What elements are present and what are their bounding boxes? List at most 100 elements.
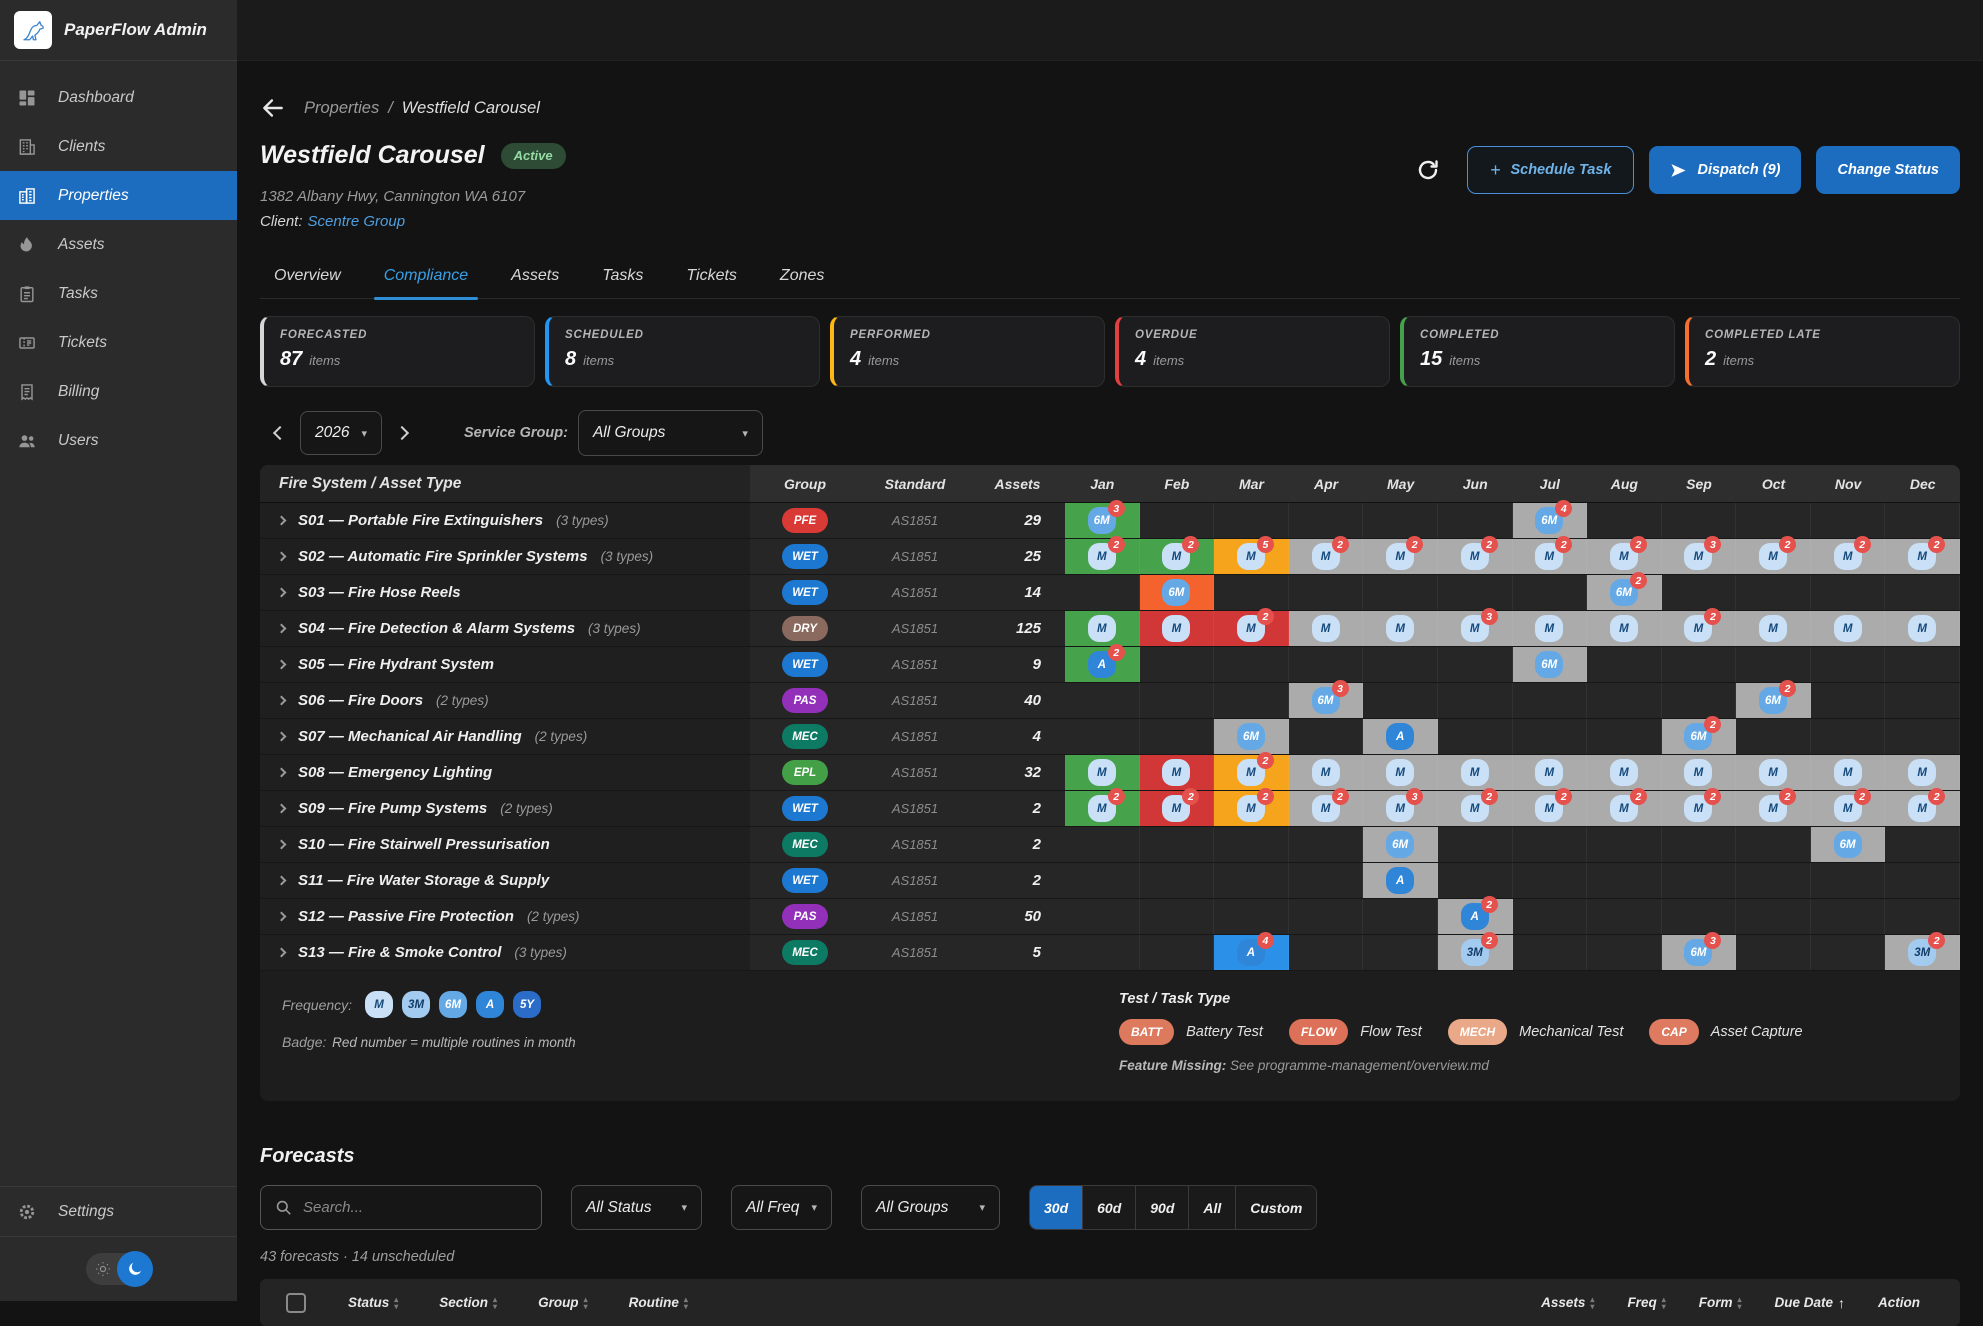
month-cell-sep[interactable]: M (1662, 755, 1737, 790)
month-cell-dec[interactable]: M2 (1885, 539, 1960, 574)
month-cell-sep[interactable]: M2 (1662, 791, 1737, 826)
tab-compliance[interactable]: Compliance (382, 259, 470, 298)
asset-type-cell[interactable]: S07 — Mechanical Air Handling(2 types) (260, 719, 750, 754)
groups-filter[interactable]: All Groups▾ (861, 1185, 1000, 1230)
year-select[interactable]: 2026 ▾ (300, 411, 382, 455)
back-button[interactable] (260, 95, 286, 121)
matrix-row[interactable]: S07 — Mechanical Air Handling(2 types)ME… (260, 719, 1960, 755)
matrix-row[interactable]: S11 — Fire Water Storage & SupplyWETAS18… (260, 863, 1960, 899)
asset-type-cell[interactable]: S02 — Automatic Fire Sprinkler Systems(3… (260, 539, 750, 574)
month-cell-jun[interactable]: M2 (1438, 539, 1513, 574)
range-button-60d[interactable]: 60d (1083, 1186, 1136, 1229)
month-cell-jan[interactable]: M2 (1065, 791, 1140, 826)
theme-toggle[interactable] (86, 1253, 152, 1285)
month-cell-nov[interactable]: M2 (1811, 791, 1886, 826)
schedule-task-button[interactable]: + Schedule Task (1467, 146, 1635, 194)
tab-zones[interactable]: Zones (778, 259, 826, 298)
month-cell-may[interactable]: M (1363, 755, 1438, 790)
month-cell-may[interactable]: A (1363, 719, 1438, 754)
month-cell-apr[interactable]: M2 (1289, 539, 1364, 574)
tab-assets[interactable]: Assets (509, 259, 561, 298)
month-cell-dec[interactable]: 3M2 (1885, 935, 1960, 970)
month-cell-jan[interactable]: M (1065, 755, 1140, 790)
asset-type-cell[interactable]: S08 — Emergency Lighting (260, 755, 750, 790)
month-cell-may[interactable]: 6M (1363, 827, 1438, 862)
month-cell-aug[interactable]: M (1587, 755, 1662, 790)
sidebar-item-dashboard[interactable]: Dashboard (0, 73, 237, 122)
month-cell-jun[interactable]: 3M2 (1438, 935, 1513, 970)
month-cell-mar[interactable]: A4 (1214, 935, 1289, 970)
sidebar-item-billing[interactable]: Billing (0, 367, 237, 416)
matrix-row[interactable]: S13 — Fire & Smoke Control(3 types)MECAS… (260, 935, 1960, 971)
month-cell-dec[interactable]: M2 (1885, 791, 1960, 826)
month-cell-mar[interactable]: M2 (1214, 791, 1289, 826)
sidebar-item-clients[interactable]: Clients (0, 122, 237, 171)
month-cell-sep[interactable]: M2 (1662, 611, 1737, 646)
month-cell-dec[interactable]: M (1885, 611, 1960, 646)
month-cell-apr[interactable]: M (1289, 611, 1364, 646)
sidebar-item-tickets[interactable]: Tickets (0, 318, 237, 367)
asset-type-cell[interactable]: S05 — Fire Hydrant System (260, 647, 750, 682)
matrix-row[interactable]: S06 — Fire Doors(2 types)PASAS1851406M36… (260, 683, 1960, 719)
month-cell-feb[interactable]: M2 (1140, 539, 1215, 574)
prev-year-button[interactable] (260, 411, 300, 455)
sidebar-item-assets[interactable]: Assets (0, 220, 237, 269)
month-cell-sep[interactable]: 6M3 (1662, 935, 1737, 970)
month-cell-nov[interactable]: M2 (1811, 539, 1886, 574)
month-cell-jul[interactable]: M (1513, 611, 1588, 646)
matrix-row[interactable]: S04 — Fire Detection & Alarm Systems(3 t… (260, 611, 1960, 647)
month-cell-aug[interactable]: 6M2 (1587, 575, 1662, 610)
month-cell-may[interactable]: M2 (1363, 539, 1438, 574)
matrix-row[interactable]: S05 — Fire Hydrant SystemWETAS18519A26M (260, 647, 1960, 683)
range-button-all[interactable]: All (1189, 1186, 1236, 1229)
month-cell-oct[interactable]: M (1736, 611, 1811, 646)
month-cell-aug[interactable]: M2 (1587, 539, 1662, 574)
matrix-row[interactable]: S01 — Portable Fire Extinguishers(3 type… (260, 503, 1960, 539)
dispatch-button[interactable]: Dispatch (9) (1649, 146, 1801, 194)
asset-type-cell[interactable]: S04 — Fire Detection & Alarm Systems(3 t… (260, 611, 750, 646)
sidebar-item-settings[interactable]: Settings (0, 1186, 237, 1237)
month-cell-may[interactable]: M3 (1363, 791, 1438, 826)
asset-type-cell[interactable]: S06 — Fire Doors(2 types) (260, 683, 750, 718)
month-cell-jan[interactable]: M2 (1065, 539, 1140, 574)
sidebar-item-properties[interactable]: Properties (0, 171, 237, 220)
month-cell-feb[interactable]: M (1140, 755, 1215, 790)
month-cell-oct[interactable]: 6M2 (1736, 683, 1811, 718)
service-group-select[interactable]: All Groups ▾ (578, 410, 763, 456)
month-cell-mar[interactable]: M5 (1214, 539, 1289, 574)
column-header-status[interactable]: Status▴▾ (348, 1295, 398, 1310)
column-header-routine[interactable]: Routine▴▾ (629, 1295, 688, 1310)
matrix-row[interactable]: S08 — Emergency LightingEPLAS185132MMM2M… (260, 755, 1960, 791)
month-cell-nov[interactable]: M (1811, 755, 1886, 790)
matrix-row[interactable]: S02 — Automatic Fire Sprinkler Systems(3… (260, 539, 1960, 575)
matrix-row[interactable]: S10 — Fire Stairwell PressurisationMECAS… (260, 827, 1960, 863)
range-button-90d[interactable]: 90d (1136, 1186, 1189, 1229)
matrix-row[interactable]: S12 — Passive Fire Protection(2 types)PA… (260, 899, 1960, 935)
month-cell-apr[interactable]: M (1289, 755, 1364, 790)
month-cell-feb[interactable]: M2 (1140, 791, 1215, 826)
month-cell-jul[interactable]: 6M4 (1513, 503, 1588, 538)
month-cell-aug[interactable]: M (1587, 611, 1662, 646)
month-cell-jan[interactable]: 6M3 (1065, 503, 1140, 538)
month-cell-may[interactable]: M (1363, 611, 1438, 646)
month-cell-jun[interactable]: M (1438, 755, 1513, 790)
month-cell-jul[interactable]: M2 (1513, 539, 1588, 574)
month-cell-feb[interactable]: 6M (1140, 575, 1215, 610)
month-cell-feb[interactable]: M (1140, 611, 1215, 646)
column-header-form[interactable]: Form▴▾ (1699, 1295, 1742, 1311)
month-cell-mar[interactable]: 6M (1214, 719, 1289, 754)
month-cell-nov[interactable]: 6M (1811, 827, 1886, 862)
asset-type-cell[interactable]: S11 — Fire Water Storage & Supply (260, 863, 750, 898)
freq-filter[interactable]: All Freq▾ (731, 1185, 832, 1230)
month-cell-nov[interactable]: M (1811, 611, 1886, 646)
month-cell-jun[interactable]: M2 (1438, 791, 1513, 826)
month-cell-apr[interactable]: M2 (1289, 791, 1364, 826)
month-cell-mar[interactable]: M2 (1214, 755, 1289, 790)
asset-type-cell[interactable]: S12 — Passive Fire Protection(2 types) (260, 899, 750, 934)
month-cell-jul[interactable]: M2 (1513, 791, 1588, 826)
matrix-row[interactable]: S03 — Fire Hose ReelsWETAS1851146M6M2 (260, 575, 1960, 611)
client-link[interactable]: Scentre Group (308, 213, 406, 230)
month-cell-jan[interactable]: M (1065, 611, 1140, 646)
column-header-due-date[interactable]: Due Date↑ (1774, 1295, 1845, 1311)
column-header-assets[interactable]: Assets▴▾ (1541, 1295, 1594, 1311)
